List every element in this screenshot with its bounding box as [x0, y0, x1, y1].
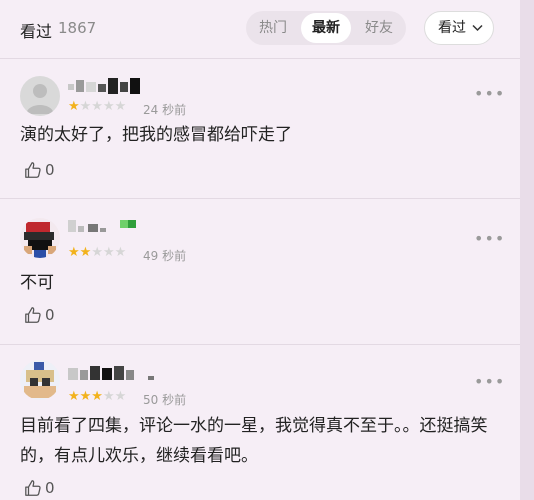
thumbs-up-icon [25, 307, 41, 323]
scrollbar-track[interactable] [520, 0, 534, 500]
comment-time: 24 秒前 [143, 103, 187, 117]
like-count: 0 [45, 479, 55, 497]
like-button[interactable]: 0 [24, 306, 55, 324]
filter-label: 看过 [438, 20, 466, 36]
thumbs-up-icon [25, 480, 41, 496]
tab-friends[interactable]: 好友 [354, 13, 404, 43]
tab-latest[interactable]: 最新 [301, 13, 351, 43]
filter-dropdown[interactable]: 看过 [424, 11, 494, 45]
like-button[interactable]: 0 [24, 161, 55, 179]
like-count: 0 [45, 306, 55, 324]
avatar[interactable] [20, 76, 60, 116]
avatar[interactable] [20, 218, 60, 258]
comment-time: 49 秒前 [143, 249, 187, 263]
username-blurred[interactable] [68, 78, 142, 94]
section-title: 看过 [20, 22, 53, 41]
comment-text: 目前看了四集，评论一水的一星，我觉得真不至于。。还挺搞笑的，有点儿欢乐，继续看看… [20, 416, 488, 466]
more-icon[interactable]: ••• [474, 372, 505, 391]
avatar-image [24, 362, 56, 398]
sort-tabs: 热门 最新 好友 [246, 11, 406, 45]
comments-header: 看过 1867 热门 最新 好友 看过 [0, 0, 520, 58]
more-icon[interactable]: ••• [474, 229, 505, 248]
divider [0, 198, 520, 199]
rating-stars: ★★★★★ [68, 99, 127, 114]
avatar-placeholder-icon [26, 84, 54, 114]
comment-text: 不可 [20, 273, 54, 293]
watched-count: 1867 [58, 19, 97, 37]
like-button[interactable]: 0 [24, 479, 55, 497]
comment-time: 50 秒前 [143, 393, 187, 407]
avatar-image [24, 222, 56, 258]
rating-stars: ★★★★★ [68, 389, 127, 404]
tab-hot[interactable]: 热门 [248, 13, 298, 43]
divider [0, 344, 520, 345]
chevron-down-icon [472, 24, 483, 32]
comment-text: 演的太好了，把我的感冒都给吓走了 [20, 125, 292, 145]
username-blurred[interactable] [68, 218, 142, 234]
avatar[interactable] [20, 360, 60, 400]
rating-stars: ★★★★★ [68, 245, 127, 260]
more-icon[interactable]: ••• [474, 84, 505, 103]
divider [0, 58, 520, 59]
thumbs-up-icon [25, 162, 41, 178]
like-count: 0 [45, 161, 55, 179]
username-blurred[interactable] [68, 364, 158, 380]
